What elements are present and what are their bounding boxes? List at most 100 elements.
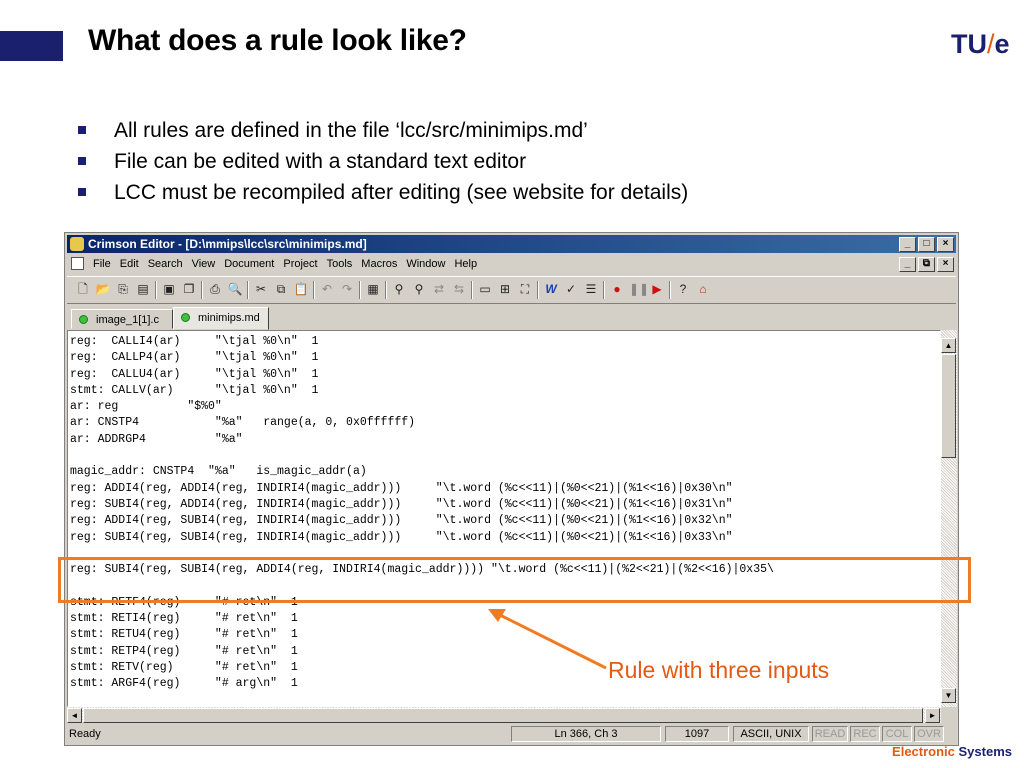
scroll-thumb[interactable]: [941, 354, 956, 458]
home-icon[interactable]: ⌂: [695, 281, 711, 297]
mdi-close-button[interactable]: ×: [937, 257, 954, 272]
tab-image-c[interactable]: image_1[1].c: [71, 309, 173, 329]
menu-edit[interactable]: Edit: [120, 254, 139, 274]
fullscreen-icon[interactable]: ⛶: [517, 281, 533, 297]
menu-view[interactable]: View: [192, 254, 216, 274]
highlight-box: [58, 557, 971, 603]
square-bullet-icon: [78, 157, 86, 165]
replace-icon[interactable]: ⇄: [431, 281, 447, 297]
cut-icon[interactable]: ✂: [253, 281, 269, 297]
logo-e: e: [994, 29, 1010, 59]
close-button[interactable]: ×: [937, 237, 954, 252]
replace-all-icon[interactable]: ⇆: [451, 281, 467, 297]
square-bullet-icon: [78, 126, 86, 134]
code-line[interactable]: stmt: RETU4(reg) "# ret\n" 1: [70, 627, 774, 643]
crimson-app-icon[interactable]: [70, 237, 84, 251]
footer-word-electronic: Electronic: [892, 744, 955, 759]
scroll-down-button[interactable]: ▼: [941, 688, 956, 703]
maximize-button[interactable]: □: [918, 237, 935, 252]
print-preview-icon[interactable]: 🔍: [227, 281, 243, 297]
code-line[interactable]: ar: ADDRGP4 "%a": [70, 432, 774, 448]
help-icon[interactable]: ?: [675, 281, 691, 297]
window-tile-icon[interactable]: ⊞: [497, 281, 513, 297]
slide-title: What does a rule look like?: [88, 24, 467, 57]
new-file-icon[interactable]: 🗋: [75, 281, 91, 297]
menu-items: File Edit Search View Document Project T…: [93, 254, 486, 274]
menu-project[interactable]: Project: [283, 254, 317, 274]
toolbar-separator: [247, 281, 249, 299]
undo-icon[interactable]: ↶: [319, 281, 335, 297]
code-editor[interactable]: reg: CALLI4(ar) "\tjal %0\n" 1 reg: CALLP…: [67, 330, 941, 707]
find-next-icon[interactable]: ⚲: [411, 281, 427, 297]
caption-buttons: _ □ ×: [899, 237, 954, 252]
toolbar: 🗋 📂 ⎘ ▤ ▣ ❐ ⎙ 🔍 ✂ ⧉ 📋 ↶ ↷ ▦ ⚲ ⚲ ⇄ ⇆ ▭ ⊞ …: [67, 276, 956, 304]
toolbar-separator: [359, 281, 361, 299]
scroll-up-button[interactable]: ▲: [941, 338, 956, 353]
window-title-bar[interactable]: Crimson Editor - [D:\mmips\lcc\src\minim…: [67, 235, 956, 253]
toolbar-separator: [669, 281, 671, 299]
word-wrap-icon[interactable]: W: [543, 281, 559, 297]
horizontal-scroll-thumb[interactable]: [83, 708, 923, 723]
folder-icon[interactable]: ▤: [135, 281, 151, 297]
menu-file[interactable]: File: [93, 254, 111, 274]
menu-tools[interactable]: Tools: [327, 254, 353, 274]
code-line[interactable]: reg: SUBI4(reg, SUBI4(reg, INDIRI4(magic…: [70, 530, 774, 546]
footer-word-systems: Systems: [958, 744, 1012, 759]
document-icon[interactable]: [71, 257, 84, 270]
tab-minimips-md[interactable]: minimips.md: [173, 307, 269, 330]
line-numbers-icon[interactable]: ☰: [583, 281, 599, 297]
window-icon[interactable]: ▭: [477, 281, 493, 297]
spell-check-icon[interactable]: ✓: [563, 281, 579, 297]
code-line[interactable]: stmt: RETI4(reg) "# ret\n" 1: [70, 611, 774, 627]
menu-help[interactable]: Help: [454, 254, 477, 274]
status-ovr: OVR: [914, 726, 944, 742]
code-line[interactable]: ar: CNSTP4 "%a" range(a, 0, 0x0ffffff): [70, 415, 774, 431]
pause-macro-icon[interactable]: ❚❚: [629, 281, 649, 297]
bullet-text: LCC must be recompiled after editing (se…: [114, 181, 689, 204]
code-line[interactable]: [70, 448, 774, 464]
open-file-icon[interactable]: 📂: [95, 281, 111, 297]
copy-icon[interactable]: ⧉: [273, 281, 289, 297]
toolbar-separator: [385, 281, 387, 299]
code-line[interactable]: reg: CALLI4(ar) "\tjal %0\n" 1: [70, 334, 774, 350]
menu-search[interactable]: Search: [148, 254, 183, 274]
minimize-button[interactable]: _: [899, 237, 916, 252]
tue-logo: TU/e: [951, 29, 1010, 60]
window-title: Crimson Editor - [D:\mmips\lcc\src\minim…: [88, 237, 367, 251]
menu-window[interactable]: Window: [406, 254, 445, 274]
vertical-scrollbar[interactable]: ▲ ▼: [941, 330, 957, 707]
code-line[interactable]: stmt: CALLV(ar) "\tjal %0\n" 1: [70, 383, 774, 399]
code-line[interactable]: reg: ADDI4(reg, ADDI4(reg, INDIRI4(magic…: [70, 481, 774, 497]
menu-macros[interactable]: Macros: [361, 254, 397, 274]
scroll-right-button[interactable]: ►: [925, 708, 940, 723]
paste-icon[interactable]: 📋: [293, 281, 309, 297]
code-text[interactable]: reg: CALLI4(ar) "\tjal %0\n" 1 reg: CALLP…: [70, 334, 774, 693]
horizontal-scrollbar[interactable]: ◄ ►: [67, 707, 941, 723]
toolbar-separator: [155, 281, 157, 299]
open-project-icon[interactable]: ⎘: [115, 281, 131, 297]
save-icon[interactable]: ▣: [161, 281, 177, 297]
status-ready: Ready: [69, 728, 101, 740]
code-line[interactable]: reg: CALLP4(ar) "\tjal %0\n" 1: [70, 350, 774, 366]
mdi-minimize-button[interactable]: _: [899, 257, 916, 272]
code-line[interactable]: reg: ADDI4(reg, SUBI4(reg, INDIRI4(magic…: [70, 513, 774, 529]
scroll-left-button[interactable]: ◄: [67, 708, 82, 723]
code-line[interactable]: magic_addr: CNSTP4 "%a" is_magic_addr(a): [70, 464, 774, 480]
file-status-icon: [181, 313, 190, 322]
mdi-restore-button[interactable]: ⧉: [918, 257, 935, 272]
find-icon[interactable]: ⚲: [391, 281, 407, 297]
code-line[interactable]: ar: reg "$%0": [70, 399, 774, 415]
save-all-icon[interactable]: ❐: [181, 281, 197, 297]
code-line[interactable]: reg: SUBI4(reg, ADDI4(reg, INDIRI4(magic…: [70, 497, 774, 513]
redo-icon[interactable]: ↷: [339, 281, 355, 297]
column-mode-icon[interactable]: ▦: [365, 281, 381, 297]
record-macro-icon[interactable]: ●: [609, 281, 625, 297]
menu-document[interactable]: Document: [224, 254, 274, 274]
code-line[interactable]: reg: CALLU4(ar) "\tjal %0\n" 1: [70, 367, 774, 383]
status-position: Ln 366, Ch 3: [511, 726, 661, 742]
print-icon[interactable]: ⎙: [207, 281, 223, 297]
file-status-icon: [79, 315, 88, 324]
square-bullet-icon: [78, 188, 86, 196]
play-macro-icon[interactable]: ▶: [649, 281, 665, 297]
status-rec: REC: [850, 726, 880, 742]
